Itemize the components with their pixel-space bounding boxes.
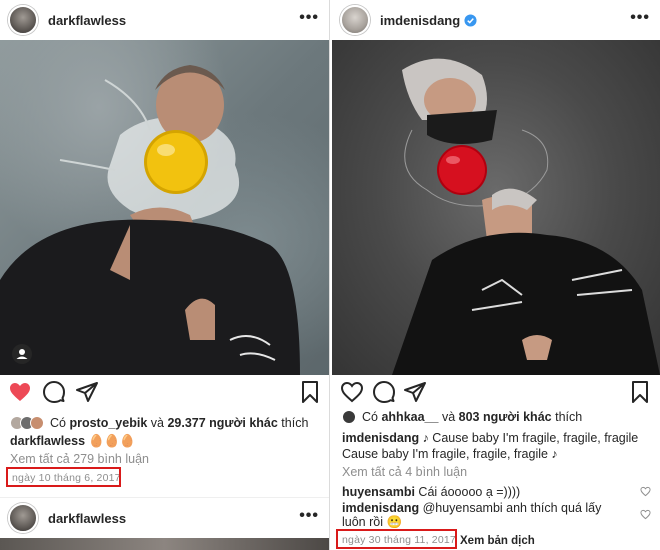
left-post: darkflawless ••• Có prosto_yebik và 29.3… [0, 0, 330, 550]
comment-heart-icon[interactable] [640, 509, 651, 520]
highlight-box [336, 529, 457, 549]
comment-heart-icon[interactable] [640, 486, 651, 497]
share-icon[interactable] [75, 380, 99, 404]
comment: huyensambi Cái áooooo ạ =)))) [342, 484, 520, 500]
caption: imdenisdang ♪ Cause baby I'm fragile, fr… [342, 430, 638, 446]
share-icon[interactable] [403, 380, 427, 404]
post-photo-art [392, 58, 660, 375]
comment-icon[interactable] [372, 380, 396, 404]
avatar[interactable] [340, 5, 370, 35]
avatar[interactable] [8, 5, 38, 35]
caption-text-line1: ♪ Cause baby I'm fragile, fragile, fragi… [422, 431, 639, 445]
comment-username[interactable]: huyensambi [342, 485, 415, 499]
highlight-box [6, 467, 121, 487]
comment-icon[interactable] [42, 380, 66, 404]
caption: darkflawless 🥚🥚🥚 [10, 433, 135, 449]
username[interactable]: imdenisdang [380, 13, 460, 28]
liked-by-and: và [441, 410, 456, 424]
view-all-comments[interactable]: Xem tất cả 279 bình luận [10, 451, 149, 467]
liked-by: Có prosto_yebik và 29.377 người khác thí… [50, 415, 308, 431]
more-icon[interactable]: ••• [299, 508, 319, 524]
liked-by-user[interactable]: ahhkaa__ [381, 410, 438, 424]
caption-username[interactable]: imdenisdang [342, 431, 419, 445]
username[interactable]: darkflawless [48, 511, 126, 526]
liked-by-count[interactable]: 29.377 người khác [167, 416, 277, 430]
username[interactable]: darkflawless [48, 13, 126, 28]
next-post-photo[interactable] [0, 538, 329, 550]
heart-icon[interactable] [340, 380, 364, 404]
post-header: imdenisdang ••• [332, 0, 660, 40]
caption-text-line2: Cause baby I'm fragile, fragile, fragile… [342, 447, 558, 461]
liked-by-prefix: Có [362, 410, 378, 424]
comment-text-line1: @huyensambi anh thích quá lấy [422, 501, 602, 515]
caption-username[interactable]: darkflawless [10, 434, 85, 448]
post-photo[interactable] [0, 40, 329, 375]
post-header: darkflawless ••• [0, 0, 329, 40]
liked-by-and: và [150, 416, 164, 430]
translate-link[interactable]: Xem bản dịch [460, 533, 535, 549]
action-bar [0, 380, 329, 410]
comment-text: Cái áooooo ạ =)))) [418, 485, 521, 499]
view-all-comments[interactable]: Xem tất cả 4 bình luận [342, 464, 467, 480]
liked-by-suffix: thích [281, 416, 309, 430]
more-icon[interactable]: ••• [299, 10, 319, 26]
action-bar [332, 380, 660, 410]
comment-username[interactable]: imdenisdang [342, 501, 419, 515]
post-photo-art [0, 65, 300, 375]
comment-text-line2: luôn rồi 😬 [342, 515, 403, 529]
liked-by-count[interactable]: 803 người khác [459, 410, 552, 424]
next-post-header: darkflawless ••• [0, 498, 329, 538]
user-tag-icon[interactable] [12, 344, 32, 364]
avatar[interactable] [8, 503, 38, 533]
right-post: imdenisdang ••• Có ahhkaa__ và 803 người… [332, 0, 660, 550]
liked-by-user[interactable]: prosto_yebik [69, 416, 147, 430]
heart-icon[interactable] [8, 380, 32, 404]
bookmark-icon[interactable] [298, 380, 322, 404]
post-photo[interactable] [332, 40, 660, 375]
liked-by-prefix: Có [50, 416, 66, 430]
liker-avatar [342, 410, 356, 424]
more-icon[interactable]: ••• [630, 10, 650, 26]
liked-by-suffix: thích [555, 410, 583, 424]
verified-icon [464, 13, 477, 27]
bookmark-icon[interactable] [628, 380, 652, 404]
liker-avatar [30, 416, 44, 430]
caption-text: 🥚🥚🥚 [88, 434, 136, 448]
liked-by: Có ahhkaa__ và 803 người khác thích [362, 409, 582, 425]
